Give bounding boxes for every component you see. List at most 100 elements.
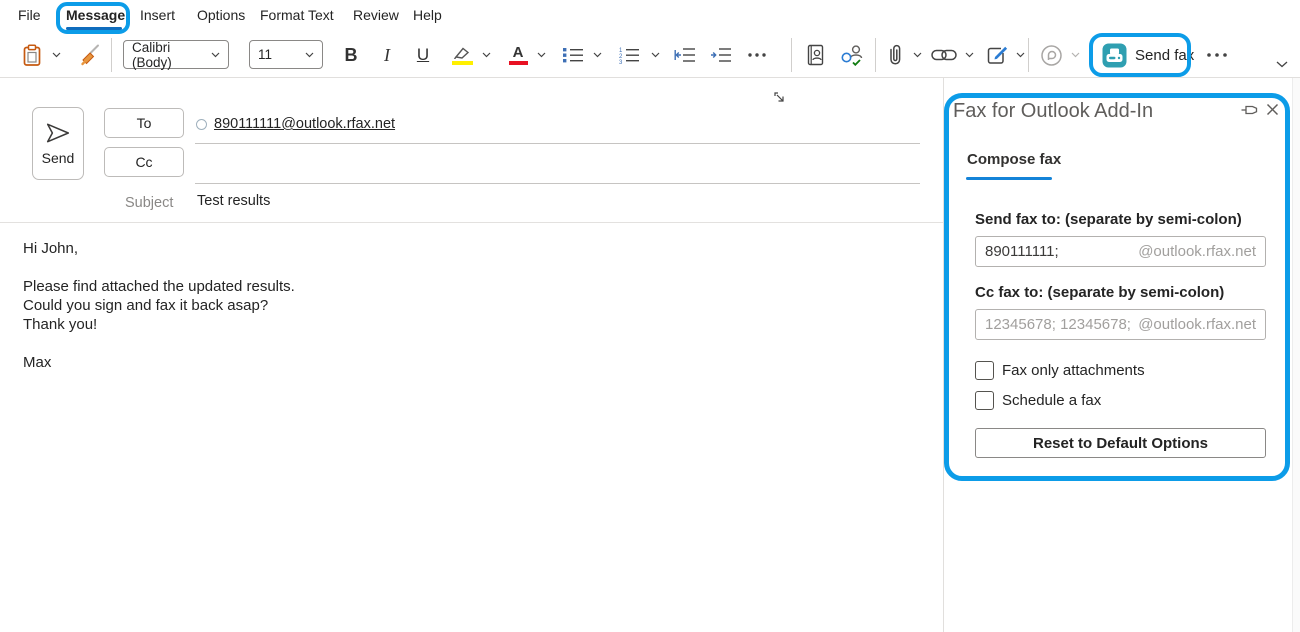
link-button[interactable] [928,40,960,70]
menu-file[interactable]: File [18,7,41,23]
clipboard-icon [22,44,42,67]
unpin-icon [1241,103,1259,117]
bullets-button[interactable] [558,40,588,70]
pane-scrollbar[interactable] [1292,78,1300,632]
numbering-button[interactable]: 1 2 3 [614,40,644,70]
letter-A-red-bar-icon: A [509,46,528,65]
chevron-down-icon [537,52,546,58]
send-fax-to-field[interactable]: @outlook.rfax.net [975,236,1266,267]
address-book-button[interactable] [800,40,830,70]
send-fax-button[interactable]: Send fax [1096,39,1200,71]
svg-text:3: 3 [619,60,623,64]
ribbon-separator [791,38,792,72]
chevron-down-icon [52,52,61,58]
chevron-down-icon [1071,52,1080,58]
presence-indicator-icon [196,119,207,130]
chevron-down-icon [1016,52,1025,58]
send-fax-label: Send fax [1135,47,1194,64]
body-line: Thank you! [23,315,903,334]
header-body-divider [0,222,943,223]
fax-machine-icon [1102,43,1127,68]
underline-icon: U [417,45,429,65]
reset-to-default-options-button[interactable]: Reset to Default Options [975,428,1266,458]
message-body-editor[interactable]: Hi John, Please find attached the update… [23,239,903,372]
subject-input[interactable] [197,193,897,209]
indent-icon [710,46,732,64]
paper-plane-icon [45,122,71,144]
font-size-select[interactable]: 11 [249,40,323,69]
tab-compose-fax[interactable]: Compose fax [967,151,1061,168]
tab-compose-fax-underline [966,177,1052,180]
increase-indent-button[interactable] [706,40,736,70]
subject-label: Subject [125,195,173,211]
text-highlight-dropdown[interactable] [479,48,493,62]
bulleted-list-icon [562,46,584,64]
pen-square-icon [986,44,1009,66]
menu-message[interactable]: Message [66,7,125,23]
chevron-down-icon [305,52,314,58]
attach-file-button[interactable] [882,40,908,70]
to-recipient-chip[interactable]: 890111111@outlook.rfax.net [196,116,395,132]
attach-file-dropdown[interactable] [910,48,924,62]
more-formatting-button[interactable] [742,40,772,70]
chevron-down-icon [593,52,602,58]
paste-dropdown[interactable] [49,48,63,62]
message-tab-underline [66,27,122,30]
font-name-select[interactable]: Calibri (Body) [123,40,229,69]
text-highlight-button[interactable] [447,40,477,70]
italic-button[interactable]: I [374,40,400,70]
ribbon-more-button[interactable] [1200,40,1234,70]
expand-corner-icon [774,92,785,103]
menu-options[interactable]: Options [197,7,245,23]
decrease-indent-button[interactable] [670,40,700,70]
to-field-line [195,143,920,144]
ribbon-separator [111,38,112,72]
to-button[interactable]: To [104,108,184,138]
menu-review[interactable]: Review [353,7,399,23]
cc-button-label: Cc [135,154,152,170]
dialog-launcher-button[interactable] [772,90,786,104]
menu-format-text[interactable]: Format Text [260,7,334,23]
schedule-a-fax-checkbox[interactable] [975,391,994,410]
menu-bar: File Message Insert Options Format Text … [0,0,1300,32]
signature-dropdown[interactable] [1013,48,1027,62]
bold-button[interactable]: B [338,40,364,70]
check-names-button[interactable] [836,40,868,70]
bold-icon: B [345,45,358,66]
send-fax-to-input[interactable] [985,243,1135,260]
close-pane-button[interactable] [1266,103,1282,119]
ellipsis-icon [747,52,767,58]
cc-button[interactable]: Cc [104,147,184,177]
fax-only-attachments-checkbox[interactable] [975,361,994,380]
reset-button-label: Reset to Default Options [1033,435,1208,452]
bullets-dropdown[interactable] [590,48,604,62]
italic-icon: I [384,45,390,66]
pin-pane-button[interactable] [1241,103,1259,119]
loop-component-button[interactable] [1036,40,1066,70]
chevron-down-icon [965,52,974,58]
loop-dropdown[interactable] [1068,48,1082,62]
body-line [23,258,903,277]
highlighter-pen-icon [452,46,473,65]
format-painter-button[interactable] [76,41,104,69]
body-line: Please find attached the updated results… [23,277,903,296]
fax-only-attachments-label: Fax only attachments [1002,362,1145,379]
paste-button[interactable] [18,40,46,70]
font-color-dropdown[interactable] [534,48,548,62]
cc-fax-to-field[interactable]: @outlook.rfax.net [975,309,1266,340]
underline-button[interactable]: U [410,40,436,70]
fax-domain-suffix: @outlook.rfax.net [1138,243,1256,260]
chevron-down-icon [651,52,660,58]
signature-button[interactable] [982,40,1012,70]
numbering-dropdown[interactable] [648,48,662,62]
font-color-button[interactable]: A [503,40,533,70]
cc-fax-to-input[interactable] [985,316,1135,333]
menu-insert[interactable]: Insert [140,7,175,23]
body-line: Max [23,353,903,372]
menu-help[interactable]: Help [413,7,442,23]
link-dropdown[interactable] [962,48,976,62]
pane-title: Fax for Outlook Add-In [953,100,1153,123]
body-line: Hi John, [23,239,903,258]
collapse-ribbon-button[interactable] [1272,56,1292,72]
send-button[interactable]: Send [32,107,84,180]
